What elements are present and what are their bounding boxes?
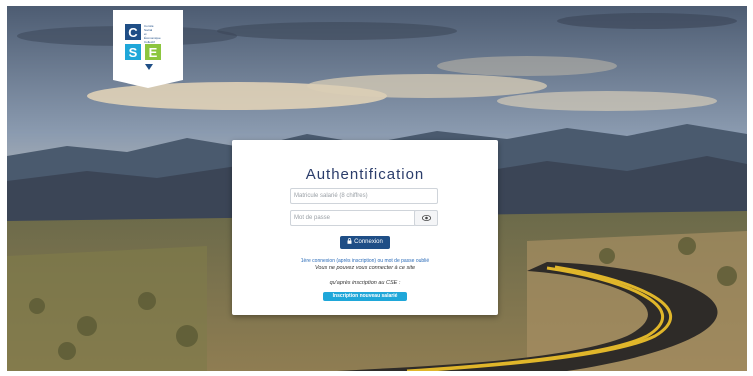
info-text-line2: qu'après inscription au CSE : (329, 280, 401, 286)
background-landscape: C S E Comité Social et Économique Collec… (7, 6, 747, 371)
connexion-button[interactable]: Connexion (340, 236, 390, 249)
cse-logo: C S E Comité Social et Économique Collec… (113, 10, 183, 88)
connexion-label: Connexion (354, 239, 383, 245)
lock-icon (347, 238, 352, 245)
info-text-line1: Vous ne pouvez vous connecter à ce site (314, 265, 416, 271)
login-title: Authentification (305, 166, 425, 183)
matricule-input[interactable]: Matricule salarié (8 chiffres) (290, 188, 438, 204)
eye-icon (421, 215, 431, 221)
logo-letter-e: E (149, 45, 158, 60)
logo-text-line: Collectif (144, 40, 155, 44)
logo-letter-c: C (128, 25, 138, 40)
login-card: Authentification Matricule salarié (8 ch… (232, 140, 498, 315)
toggle-password-visibility-button[interactable] (414, 210, 438, 226)
first-connection-link[interactable]: 1ère connexion (après inscription) ou mo… (232, 258, 498, 264)
logo-letter-s: S (129, 45, 138, 60)
password-input[interactable]: Mot de passe (290, 210, 416, 226)
register-button[interactable]: Inscription nouveau salarié (323, 292, 407, 301)
